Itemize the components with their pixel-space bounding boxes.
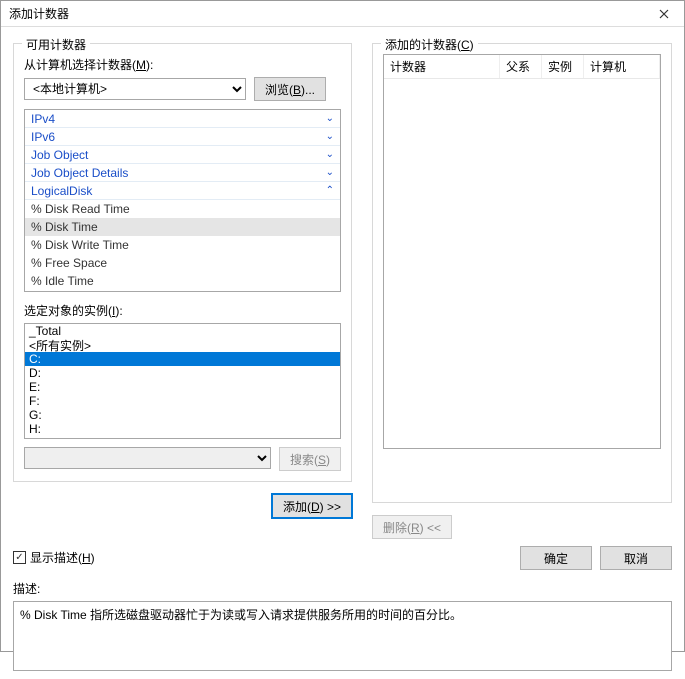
counter-category[interactable]: Job Object⌄ bbox=[25, 146, 340, 164]
counter-category[interactable]: Job Object Details⌄ bbox=[25, 164, 340, 182]
counter-category[interactable]: IPv6⌄ bbox=[25, 128, 340, 146]
show-description-label[interactable]: 显示描述(H) bbox=[30, 549, 95, 566]
remove-button[interactable]: 删除(R) << bbox=[372, 515, 452, 539]
col-instance[interactable]: 实例 bbox=[542, 55, 584, 78]
counter-item[interactable]: % Disk Time bbox=[25, 218, 340, 236]
counter-item[interactable]: % Disk Write Time bbox=[25, 236, 340, 254]
search-button[interactable]: 搜索(S) bbox=[279, 447, 341, 471]
ok-button[interactable]: 确定 bbox=[520, 546, 592, 570]
instance-item[interactable]: E: bbox=[25, 380, 340, 394]
counter-item[interactable]: % Free Space bbox=[25, 254, 340, 272]
instance-item[interactable]: H: bbox=[25, 422, 340, 436]
chevron-up-icon: ⌃ bbox=[320, 185, 334, 196]
grid-header: 计数器 父系 实例 计算机 bbox=[384, 55, 660, 79]
counter-item[interactable]: % Disk Read Time bbox=[25, 200, 340, 218]
description-text: % Disk Time 指所选磁盘驱动器忙于为读或写入请求提供服务所用的时间的百… bbox=[13, 601, 672, 671]
computer-combo[interactable]: <本地计算机> bbox=[24, 78, 246, 100]
chevron-down-icon: ⌄ bbox=[320, 131, 334, 142]
instance-item[interactable]: C: bbox=[25, 352, 340, 366]
col-computer[interactable]: 计算机 bbox=[584, 55, 660, 78]
add-counters-dialog: 添加计数器 可用计数器 从计算机选择计数器(M): <本地计算机> 浏览(B).… bbox=[0, 0, 685, 652]
show-description-checkbox[interactable]: ✓ bbox=[13, 551, 26, 564]
titlebar: 添加计数器 bbox=[1, 1, 684, 27]
counter-item[interactable]: % Idle Time bbox=[25, 272, 340, 290]
instance-item[interactable]: <所有实例> bbox=[25, 338, 340, 352]
counter-category[interactable]: LogicalDisk⌃ bbox=[25, 182, 340, 200]
dialog-title: 添加计数器 bbox=[9, 5, 644, 22]
browse-button[interactable]: 浏览(B)... bbox=[254, 77, 326, 101]
instances-label: 选定对象的实例(I): bbox=[24, 302, 341, 319]
close-button[interactable] bbox=[644, 1, 684, 27]
counter-category[interactable]: IPv4⌄ bbox=[25, 110, 340, 128]
chevron-down-icon: ⌄ bbox=[320, 113, 334, 124]
added-counters-group: 添加的计数器(C) 计数器 父系 实例 计算机 bbox=[372, 43, 672, 503]
added-counters-grid[interactable]: 计数器 父系 实例 计算机 bbox=[383, 54, 661, 449]
chevron-down-icon: ⌄ bbox=[320, 149, 334, 160]
chevron-down-icon: ⌄ bbox=[320, 167, 334, 178]
available-counters-group: 可用计数器 从计算机选择计数器(M): <本地计算机> 浏览(B)... IPv… bbox=[13, 43, 352, 482]
available-counters-label: 可用计数器 bbox=[22, 36, 90, 53]
add-button[interactable]: 添加(D) >> bbox=[272, 494, 352, 518]
instance-item[interactable]: D: bbox=[25, 366, 340, 380]
added-counters-label: 添加的计数器(C) bbox=[381, 36, 478, 53]
select-computer-label: 从计算机选择计数器(M): bbox=[24, 56, 341, 73]
cancel-button[interactable]: 取消 bbox=[600, 546, 672, 570]
instance-search-combo[interactable] bbox=[24, 447, 271, 469]
col-counter[interactable]: 计数器 bbox=[384, 55, 500, 78]
counter-tree[interactable]: IPv4⌄ IPv6⌄ Job Object⌄ Job Object Detai… bbox=[24, 109, 341, 292]
col-parent[interactable]: 父系 bbox=[500, 55, 542, 78]
description-label: 描述: bbox=[13, 580, 672, 597]
instance-item[interactable]: G: bbox=[25, 408, 340, 422]
close-icon bbox=[659, 9, 669, 19]
instance-list[interactable]: _Total <所有实例> C: D: E: F: G: H: bbox=[24, 323, 341, 439]
instance-item[interactable]: F: bbox=[25, 394, 340, 408]
